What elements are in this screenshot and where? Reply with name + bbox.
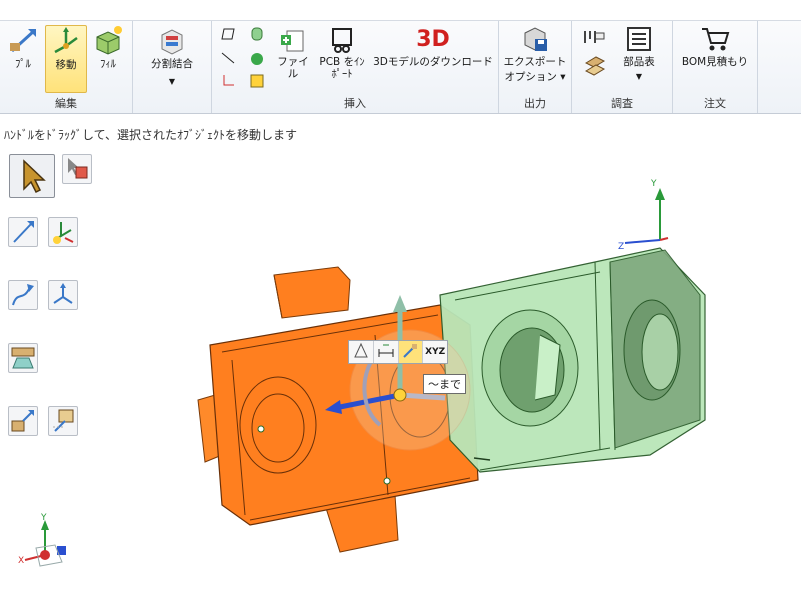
mini-xyz-button[interactable]: XYZ xyxy=(423,341,447,363)
mini-dimension-button[interactable] xyxy=(374,341,399,363)
up-to-tooltip: 〜まで xyxy=(423,374,466,394)
orient-icon xyxy=(354,342,368,358)
mini-upto-button[interactable] xyxy=(398,341,424,363)
green-part[interactable] xyxy=(439,247,706,473)
mini-orient-button[interactable] xyxy=(349,341,374,363)
axis-x-label: X xyxy=(18,556,24,566)
3d-viewport[interactable]: Y Z Y X xyxy=(0,0,801,611)
axis-z-label-top: Z xyxy=(618,242,624,252)
axis-y-label: Y xyxy=(40,513,47,523)
upto-icon xyxy=(403,344,418,358)
axis-y-label-top: Y xyxy=(650,179,657,189)
world-axis-indicator: Y Z xyxy=(618,179,669,252)
view-triad[interactable]: Y X xyxy=(18,513,66,567)
move-mini-toolbar: XYZ xyxy=(348,340,448,364)
dimension-icon xyxy=(378,344,394,357)
